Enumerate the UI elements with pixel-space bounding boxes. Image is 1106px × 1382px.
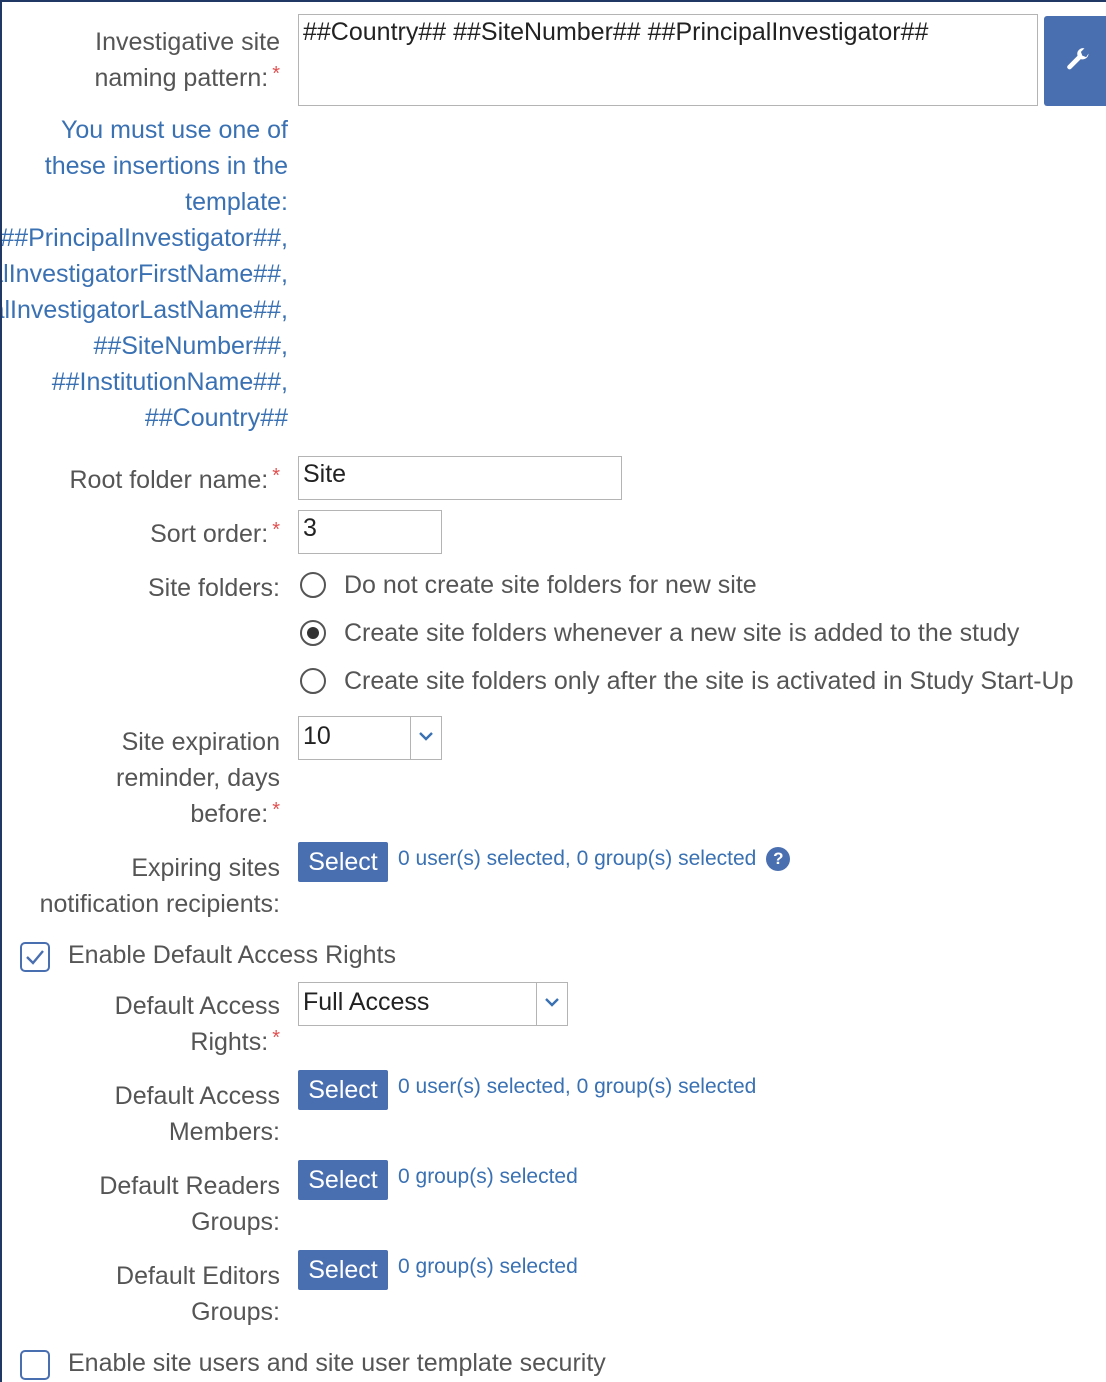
default-access-rights-value: Full Access bbox=[303, 988, 430, 1016]
radio-label: Create site folders whenever a new site … bbox=[344, 619, 1020, 647]
radio-checked-icon[interactable] bbox=[300, 620, 326, 646]
chevron-down-icon bbox=[419, 732, 433, 741]
default-editors-label-line1: Default Editors bbox=[116, 1262, 280, 1290]
expiration-label-line1: Site expiration bbox=[121, 728, 280, 756]
enable-site-users-label[interactable]: Enable site users and site user template… bbox=[68, 1345, 606, 1381]
naming-pattern-label-line1: Investigative site bbox=[95, 28, 280, 56]
hint-line: ##Country## bbox=[144, 404, 288, 432]
expiring-recipients-label: Expiring sites notification recipients: bbox=[40, 850, 280, 922]
hint-line: ##PrincipalInvestigator##, bbox=[0, 224, 288, 252]
required-mark: * bbox=[272, 63, 280, 85]
expiring-recipients-selection: 0 user(s) selected, 0 group(s) selected? bbox=[398, 845, 791, 873]
default-editors-selection: 0 group(s) selected bbox=[398, 1255, 578, 1278]
root-folder-label: Root folder name: * bbox=[69, 462, 280, 498]
expiration-reminder-label: Site expiration reminder, days before: * bbox=[116, 724, 280, 832]
default-editors-label: Default Editors Groups: bbox=[116, 1258, 280, 1330]
dropdown-toggle[interactable] bbox=[536, 983, 567, 1025]
default-access-members-selection: 0 user(s) selected, 0 group(s) selected bbox=[398, 1075, 757, 1098]
enable-default-access-checkbox[interactable] bbox=[20, 942, 50, 972]
default-access-members-label: Default Access Members: bbox=[115, 1078, 280, 1150]
expiration-label-line2: reminder, days bbox=[116, 764, 280, 792]
question-circle-icon[interactable]: ? bbox=[766, 847, 791, 872]
site-settings-form: Investigative site naming pattern: * ##Co… bbox=[0, 0, 1106, 1382]
required-mark: * bbox=[272, 1027, 280, 1049]
sort-order-label-text: Sort order: bbox=[150, 520, 269, 548]
default-editors-label-line2: Groups: bbox=[191, 1298, 280, 1326]
required-mark: * bbox=[272, 465, 280, 487]
default-access-rights-label-line2: Rights: bbox=[190, 1028, 269, 1056]
enable-default-access-label[interactable]: Enable Default Access Rights bbox=[68, 937, 396, 973]
radio-unchecked-icon[interactable] bbox=[300, 572, 326, 598]
naming-pattern-label: Investigative site naming pattern: * bbox=[94, 24, 280, 96]
default-readers-select-button[interactable]: Select bbox=[298, 1160, 388, 1200]
default-access-members-label-line2: Members: bbox=[168, 1118, 280, 1146]
root-folder-label-text: Root folder name: bbox=[69, 466, 269, 494]
default-access-rights-label-line1: Default Access bbox=[114, 992, 280, 1020]
expiration-label-line3: before: bbox=[190, 800, 269, 828]
selection-text: 0 user(s) selected, 0 group(s) selected bbox=[398, 847, 757, 870]
naming-pattern-label-line2: naming pattern: bbox=[94, 64, 269, 92]
naming-pattern-value: ##Country## ##SiteNumber## ##PrincipalIn… bbox=[303, 18, 929, 46]
default-readers-label: Default Readers Groups: bbox=[99, 1168, 280, 1240]
checkmark-icon bbox=[26, 950, 44, 965]
expiring-recipients-select-button[interactable]: Select bbox=[298, 842, 388, 882]
root-folder-value: Site bbox=[303, 460, 347, 488]
default-access-rights-select[interactable]: Full Access bbox=[298, 982, 568, 1026]
hint-line: You must use one of bbox=[60, 116, 288, 144]
default-editors-select-button[interactable]: Select bbox=[298, 1250, 388, 1290]
hint-line: ##InstitutionName##, bbox=[51, 368, 288, 396]
naming-pattern-hint: You must use one of these insertions in … bbox=[0, 112, 288, 436]
hint-line: these insertions in the bbox=[44, 152, 288, 180]
default-access-members-select-button[interactable]: Select bbox=[298, 1070, 388, 1110]
site-folders-label: Site folders: bbox=[148, 570, 280, 606]
expiration-days-value: 10 bbox=[303, 722, 331, 750]
expiring-label-line2: notification recipients: bbox=[39, 890, 280, 918]
hint-line: template: bbox=[185, 188, 288, 216]
default-access-rights-label: Default Access Rights: * bbox=[115, 988, 280, 1060]
required-mark: * bbox=[272, 799, 280, 821]
default-readers-selection: 0 group(s) selected bbox=[398, 1165, 578, 1188]
sort-order-label: Sort order: * bbox=[150, 516, 280, 552]
hint-line: ##PrincipalInvestigatorLastName##, bbox=[2, 296, 288, 324]
hint-line: ##SiteNumber##, bbox=[93, 332, 288, 360]
dropdown-toggle[interactable] bbox=[410, 717, 441, 759]
radio-unchecked-icon[interactable] bbox=[300, 668, 326, 694]
site-folders-label-text: Site folders: bbox=[147, 574, 280, 602]
default-readers-label-line2: Groups: bbox=[191, 1208, 280, 1236]
expiring-label-line1: Expiring sites bbox=[131, 854, 280, 882]
sort-order-input[interactable]: 3 bbox=[298, 510, 442, 554]
hint-line: ##PrincipalInvestigatorFirstName##, bbox=[2, 260, 288, 288]
naming-pattern-textarea[interactable]: ##Country## ##SiteNumber## ##PrincipalIn… bbox=[298, 14, 1038, 106]
expiration-days-select[interactable]: 10 bbox=[298, 716, 442, 760]
enable-site-users-checkbox[interactable] bbox=[20, 1350, 50, 1380]
chevron-down-icon bbox=[545, 998, 559, 1007]
root-folder-input[interactable]: Site bbox=[298, 456, 622, 500]
default-readers-label-line1: Default Readers bbox=[99, 1172, 280, 1200]
naming-pattern-builder-button[interactable] bbox=[1044, 16, 1106, 106]
default-access-members-label-line1: Default Access bbox=[114, 1082, 280, 1110]
required-mark: * bbox=[272, 519, 280, 541]
wrench-icon bbox=[1067, 48, 1089, 70]
radio-label: Do not create site folders for new site bbox=[344, 571, 757, 599]
radio-label: Create site folders only after the site … bbox=[344, 667, 1074, 695]
sort-order-value: 3 bbox=[303, 514, 317, 542]
